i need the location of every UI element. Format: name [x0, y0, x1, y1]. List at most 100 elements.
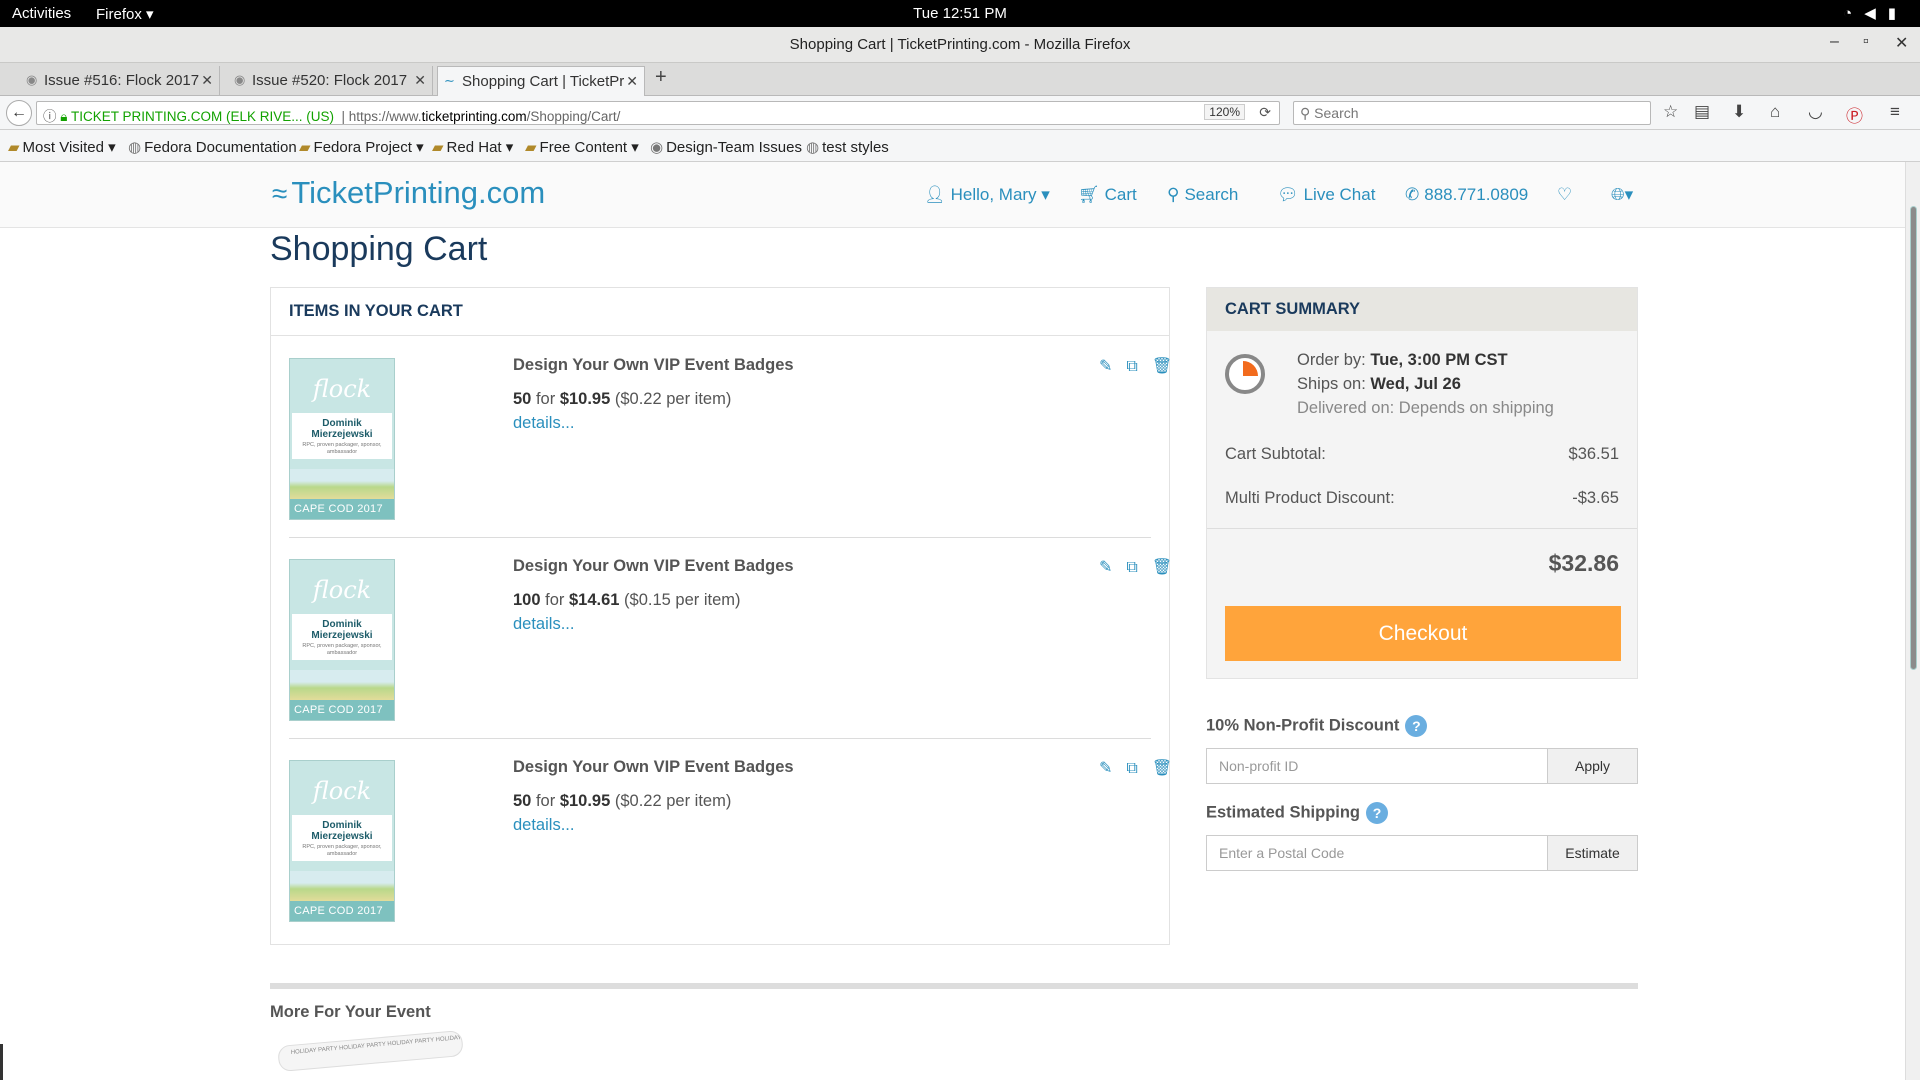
site-identity[interactable]: TICKET PRINTING.COM (ELK RIVE... (US) — [71, 109, 334, 124]
zoom-indicator[interactable]: 120% — [1204, 104, 1245, 120]
nav-cart-link[interactable]: 🛒︎ Cart — [1078, 185, 1137, 205]
search-icon: ⚲ — [1167, 185, 1180, 204]
wishlist-heart-icon[interactable]: ♡ — [1557, 185, 1572, 205]
edit-pencil-icon[interactable]: ✎ — [1099, 559, 1112, 576]
bookmark-most-visited[interactable]: ▰ Most Visited ▾ — [8, 138, 116, 156]
scrollbar-thumb[interactable] — [1910, 206, 1917, 670]
item-price: $10.95 — [559, 390, 611, 408]
bookmark-test-styles[interactable]: ◍ test styles — [806, 138, 889, 156]
bookmark-fedora-project[interactable]: ▰ Fedora Project ▾ — [299, 138, 424, 156]
url-bar[interactable]: ⓘ 🔒︎ TICKET PRINTING.COM (ELK RIVE... (U… — [36, 101, 1280, 125]
back-button[interactable]: ← — [6, 100, 32, 126]
help-question-icon[interactable]: ? — [1366, 802, 1389, 824]
help-question-icon[interactable]: ? — [1405, 715, 1428, 737]
maximize-icon[interactable]: ▫ — [1863, 33, 1869, 51]
close-window-icon[interactable]: ✕ — [1895, 33, 1908, 53]
pocket-icon[interactable]: ◡ — [1808, 102, 1823, 122]
edit-pencil-icon[interactable]: ✎ — [1099, 358, 1112, 375]
nonprofit-id-input[interactable]: Non-profit ID — [1206, 748, 1548, 784]
lanyard-product-image[interactable]: HOLIDAY PARTY HOLIDAY PARTY HOLIDAY PART… — [277, 1029, 464, 1073]
folder-icon: ▰ — [8, 139, 20, 156]
item-name: Design Your Own VIP Event Badges — [513, 758, 794, 776]
bookmark-design-team[interactable]: ◉ Design-Team Issues — [650, 138, 802, 156]
github-favicon-icon: ◉ — [234, 72, 246, 87]
item-price-line: 50 for $10.95 ($0.22 per item) — [513, 390, 731, 409]
gnome-top-bar: Activities Firefox ▾ Tue 12:51 PM ◔◀▮ — [0, 0, 1920, 27]
globe-icon: ◍ — [806, 139, 820, 156]
badge-thumbnail[interactable]: flock Dominik Mierzejewski RPC, proven pa… — [289, 760, 395, 922]
nav-live-chat-link[interactable]: 💬︎ Live Chat — [1277, 185, 1375, 205]
nav-phone-link[interactable]: ✆ 888.771.0809 — [1405, 185, 1528, 205]
copy-icon[interactable]: ⧉ — [1126, 559, 1137, 576]
trash-icon[interactable]: 🗑︎ — [1152, 760, 1172, 777]
item-actions: ✎ ⧉ 🗑︎ — [1085, 557, 1172, 577]
reload-icon[interactable]: ⟳ — [1259, 104, 1271, 121]
cart-item: flock Dominik Mierzejewski RPC, proven pa… — [289, 539, 1172, 739]
close-tab-icon[interactable]: ✕ — [414, 72, 426, 89]
globe-icon: ◍ — [128, 139, 142, 156]
bookmarks-toolbar: ▰ Most Visited ▾ ◍ Fedora Documentation ▰ F… — [0, 130, 1920, 162]
estimate-button[interactable]: Estimate — [1547, 835, 1638, 871]
thumb-person: Dominik Mierzejewski — [311, 418, 373, 440]
badge-thumbnail[interactable]: flock Dominik Mierzejewski RPC, proven pa… — [289, 358, 395, 520]
bookmark-label: Design-Team Issues — [666, 139, 802, 156]
home-icon[interactable]: ⌂ — [1770, 102, 1780, 122]
trash-icon[interactable]: 🗑︎ — [1152, 358, 1172, 375]
stopwatch-wedge — [1243, 361, 1258, 376]
wave-logo-icon: ≈ — [272, 178, 288, 209]
pinterest-icon[interactable]: Ⓟ — [1846, 102, 1863, 127]
cart-items-panel: ITEMS IN YOUR CART flock Dominik Mierzej… — [270, 287, 1172, 945]
bookmark-star-icon[interactable]: ☆ — [1663, 102, 1678, 122]
copy-icon[interactable]: ⧉ — [1126, 760, 1137, 777]
account-menu[interactable]: 👤︎ Hello, Mary ▾ — [924, 185, 1050, 205]
tab-issue-520[interactable]: ◉ Issue #520: Flock 2017 ✕ — [228, 66, 433, 96]
chat-label: Live Chat — [1303, 185, 1376, 204]
url-path: /Shopping/Cart/ — [526, 109, 621, 124]
hamburger-menu-icon[interactable]: ≡ — [1890, 102, 1900, 122]
battery-icon: ▮ — [1887, 5, 1908, 22]
search-bar[interactable]: ⚲ Search — [1293, 101, 1651, 125]
minimize-icon[interactable]: – — [1830, 33, 1839, 51]
download-icon[interactable]: ⬇ — [1732, 102, 1746, 122]
bookmark-free-content[interactable]: ▰ Free Content ▾ — [525, 138, 639, 156]
nonprofit-label-text: 10% Non-Profit Discount — [1206, 716, 1400, 735]
close-tab-icon[interactable]: ✕ — [201, 72, 213, 89]
postal-code-input[interactable]: Enter a Postal Code — [1206, 835, 1548, 871]
github-favicon-icon: ◉ — [26, 72, 38, 87]
globe-language-icon[interactable]: 🌐︎▾ — [1611, 185, 1633, 205]
new-tab-button[interactable]: + — [655, 66, 667, 89]
github-icon: ◉ — [650, 139, 664, 156]
item-name: Design Your Own VIP Event Badges — [513, 356, 794, 374]
tab-issue-516[interactable]: ◉ Issue #516: Flock 2017 ✕ — [20, 66, 220, 96]
nav-search-link[interactable]: ⚲ Search — [1167, 185, 1238, 205]
page-scrollbar[interactable] — [1905, 162, 1920, 1080]
trash-icon[interactable]: 🗑︎ — [1152, 559, 1172, 576]
thumb-card: Dominik Mierzejewski RPC, proven packager… — [292, 413, 392, 459]
item-details-link[interactable]: details... — [513, 816, 574, 835]
tab-shopping-cart[interactable]: ∼ Shopping Cart | TicketPr ✕ — [437, 66, 645, 96]
thumb-footer: CAPE COD 2017 — [290, 700, 394, 720]
order-by-value: Tue, 3:00 PM CST — [1370, 351, 1508, 369]
copy-icon[interactable]: ⧉ — [1126, 358, 1137, 375]
item-price: $14.61 — [568, 591, 620, 609]
bookmark-red-hat[interactable]: ▰ Red Hat ▾ — [432, 138, 513, 156]
cart-items-header: ITEMS IN YOUR CART — [271, 288, 1169, 336]
system-tray[interactable]: ◔◀▮ — [1843, 4, 1908, 22]
clock[interactable]: Tue 12:51 PM — [0, 5, 1920, 22]
item-unit-price: ($0.22 per item) — [614, 390, 732, 408]
site-logo[interactable]: ≈ TicketPrinting.com — [272, 175, 545, 211]
item-details-link[interactable]: details... — [513, 615, 574, 634]
nonprofit-discount-label: 10% Non-Profit Discount? — [1206, 715, 1428, 737]
checkout-button[interactable]: Checkout — [1225, 606, 1621, 661]
item-details-link[interactable]: details... — [513, 414, 574, 433]
edit-pencil-icon[interactable]: ✎ — [1099, 760, 1112, 777]
bookmark-fedora-docs[interactable]: ◍ Fedora Documentation — [128, 138, 297, 156]
phone-icon: ✆ — [1405, 185, 1420, 204]
close-tab-icon[interactable]: ✕ — [626, 73, 638, 90]
discount-row: Multi Product Discount: -$3.65 — [1225, 489, 1619, 508]
badge-thumbnail[interactable]: flock Dominik Mierzejewski RPC, proven pa… — [289, 559, 395, 721]
info-icon[interactable]: ⓘ — [43, 109, 57, 124]
reading-list-icon[interactable]: ▤ — [1694, 102, 1710, 122]
apply-button[interactable]: Apply — [1547, 748, 1638, 784]
window-titlebar: Shopping Cart | TicketPrinting.com - Moz… — [0, 27, 1920, 63]
